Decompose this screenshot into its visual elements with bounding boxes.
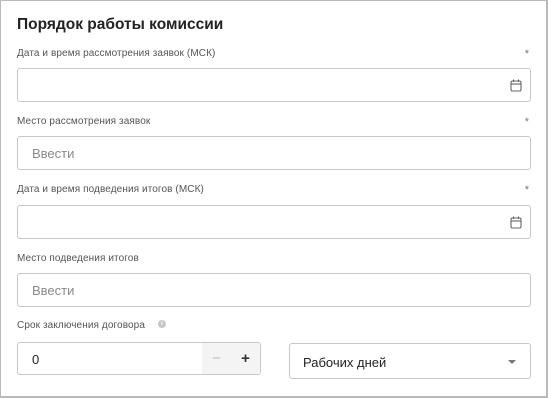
info-icon[interactable]: i — [158, 320, 166, 328]
review-place-input[interactable]: Ввести — [17, 136, 531, 170]
stepper-value[interactable]: 0 — [32, 352, 39, 367]
section-title: Порядок работы комиссии — [17, 16, 224, 33]
increment-button[interactable]: + — [231, 343, 260, 374]
required-mark: * — [524, 48, 529, 60]
required-mark: * — [524, 184, 529, 196]
review-place-placeholder: Ввести — [32, 146, 75, 161]
review-datetime-field[interactable] — [17, 68, 531, 102]
chevron-down-icon[interactable] — [508, 360, 516, 364]
review-place-label: Место рассмотрения заявок — [17, 116, 151, 127]
required-mark: * — [524, 116, 529, 128]
summary-datetime-field[interactable] — [17, 205, 531, 239]
summary-place-label: Место подведения итогов — [17, 253, 139, 264]
review-datetime-label: Дата и время рассмотрения заявок (МСК) — [17, 48, 216, 59]
summary-place-input[interactable]: Ввести — [17, 273, 531, 307]
term-unit-select[interactable]: Рабочих дней — [289, 343, 531, 379]
contract-term-stepper[interactable]: 0 − + — [17, 342, 261, 375]
commission-procedure-card: Порядок работы комиссии Дата и время рас… — [0, 0, 548, 398]
calendar-icon[interactable] — [510, 216, 522, 229]
calendar-icon[interactable] — [510, 79, 522, 92]
select-value: Рабочих дней — [303, 355, 387, 370]
summary-datetime-label: Дата и время подведения итогов (МСК) — [17, 184, 204, 195]
contract-term-label: Срок заключения договора — [17, 320, 145, 331]
decrement-button[interactable]: − — [202, 343, 231, 374]
summary-place-placeholder: Ввести — [32, 283, 75, 298]
